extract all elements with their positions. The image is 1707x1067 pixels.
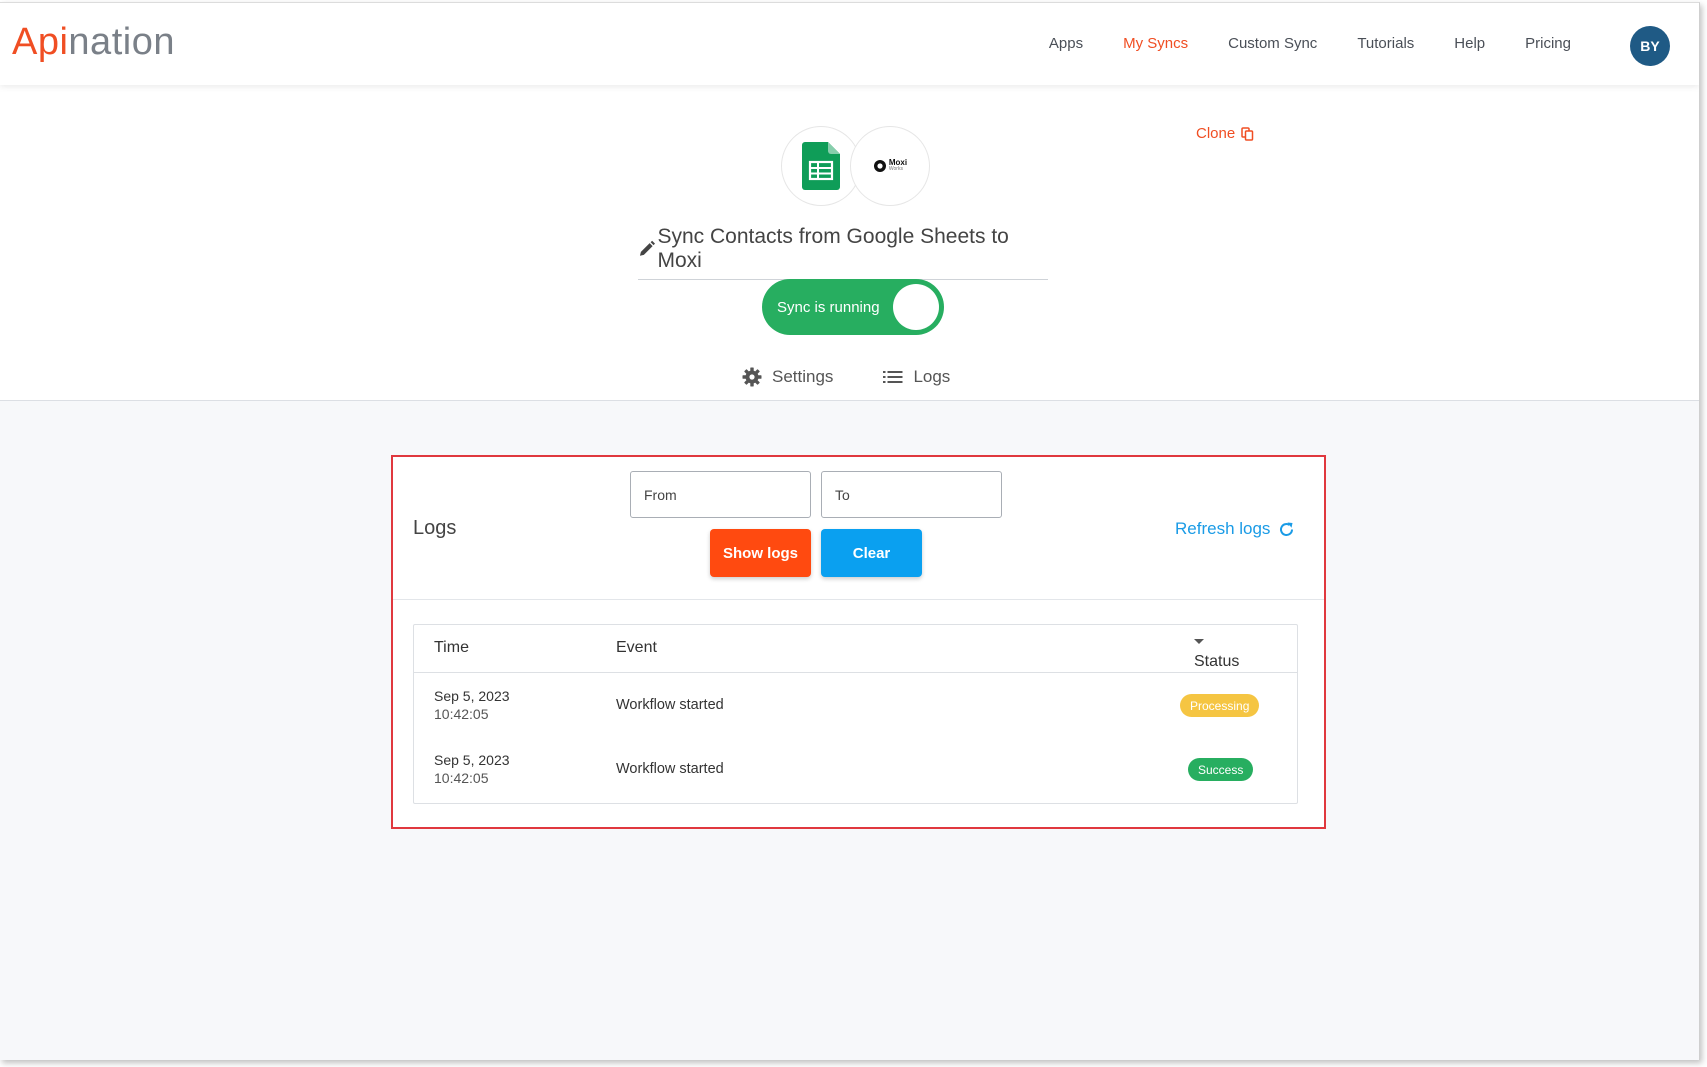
- clone-label: Clone: [1196, 125, 1236, 142]
- status-badge: Processing: [1180, 694, 1260, 717]
- tab-logs-label: Logs: [913, 367, 951, 386]
- copy-icon: [1241, 126, 1254, 141]
- sync-tabs: Settings Logs: [742, 367, 950, 387]
- row-clock: 10:42:05: [434, 770, 489, 786]
- moxi-circle-icon: [873, 160, 886, 172]
- app-window: Apination Apps My Syncs Custom Sync Tuto…: [0, 2, 1700, 1060]
- row-clock: 10:42:05: [434, 706, 489, 722]
- from-date-input[interactable]: [630, 471, 811, 518]
- column-status-sort[interactable]: Status: [1194, 639, 1239, 670]
- nav-apps[interactable]: Apps: [1049, 35, 1083, 52]
- sync-title: Sync Contacts from Google Sheets to Moxi: [657, 225, 1009, 272]
- sync-title-field[interactable]: Sync Contacts from Google Sheets to Moxi: [638, 225, 1048, 280]
- nav-pricing[interactable]: Pricing: [1525, 35, 1571, 52]
- table-row: Sep 5, 2023 10:42:05 Workflow started Pr…: [414, 673, 1297, 737]
- logs-title: Logs: [413, 517, 457, 539]
- row-event: Workflow started: [616, 697, 724, 713]
- nav-help[interactable]: Help: [1454, 35, 1485, 52]
- moxi-logo-subtext: Works: [888, 166, 903, 172]
- refresh-icon: [1280, 522, 1294, 536]
- nav-my-syncs[interactable]: My Syncs: [1123, 35, 1188, 52]
- row-date: Sep 5, 2023: [434, 688, 510, 704]
- refresh-logs-link[interactable]: Refresh logs: [1175, 519, 1295, 539]
- apination-logo[interactable]: Apination: [12, 21, 175, 64]
- sync-header: Clone Moxi Works Sync Contacts from Goog…: [0, 85, 1699, 401]
- nav-custom-sync[interactable]: Custom Sync: [1228, 35, 1317, 52]
- status-badge: Success: [1188, 758, 1254, 781]
- toggle-label: Sync is running: [777, 298, 880, 316]
- show-logs-button[interactable]: Show logs: [710, 529, 811, 577]
- row-time: Sep 5, 2023 10:42:05: [434, 687, 510, 723]
- toggle-knob: [893, 284, 939, 330]
- table-row: Sep 5, 2023 10:42:05 Workflow started Su…: [414, 737, 1297, 801]
- google-sheets-icon: [802, 142, 840, 190]
- column-status: Status: [1194, 653, 1240, 670]
- moxi-app: Moxi Works: [850, 126, 930, 206]
- nav-tutorials[interactable]: Tutorials: [1357, 35, 1414, 52]
- logs-panel-header: Logs Show logs Clear Refresh logs: [393, 457, 1324, 600]
- clone-link[interactable]: Clone: [1196, 125, 1254, 142]
- logo-part-api: Api: [12, 21, 69, 63]
- moxi-logo: Moxi Works: [873, 159, 907, 173]
- tab-settings-label: Settings: [772, 367, 834, 386]
- logs-panel: Logs Show logs Clear Refresh logs Time E…: [391, 455, 1326, 829]
- main-nav: Apps My Syncs Custom Sync Tutorials Help…: [1049, 35, 1571, 52]
- refresh-logs-label: Refresh logs: [1175, 519, 1271, 538]
- logs-table-header: Time Event Status: [414, 625, 1297, 673]
- row-event: Workflow started: [616, 761, 724, 777]
- caret-down-icon: [1194, 639, 1204, 644]
- google-sheets-app: [781, 126, 861, 206]
- moxi-logo-text: Moxi: [888, 158, 908, 167]
- to-date-input[interactable]: [821, 471, 1002, 518]
- row-time: Sep 5, 2023 10:42:05: [434, 751, 510, 787]
- tab-logs[interactable]: Logs: [883, 367, 950, 387]
- gear-icon: [742, 367, 762, 387]
- column-event: Event: [616, 639, 657, 656]
- tab-settings[interactable]: Settings: [742, 367, 833, 387]
- top-navbar: Apination Apps My Syncs Custom Sync Tuto…: [0, 3, 1699, 85]
- clear-button[interactable]: Clear: [821, 529, 922, 577]
- user-avatar[interactable]: BY: [1630, 26, 1670, 66]
- row-date: Sep 5, 2023: [434, 752, 510, 768]
- column-time: Time: [434, 639, 469, 656]
- logs-table: Time Event Status Sep 5, 2023 10:42:05 W…: [413, 624, 1298, 804]
- list-icon: [883, 371, 903, 383]
- logo-part-nation: nation: [68, 21, 175, 63]
- pencil-icon: [639, 240, 656, 256]
- sync-running-toggle[interactable]: Sync is running: [762, 279, 944, 335]
